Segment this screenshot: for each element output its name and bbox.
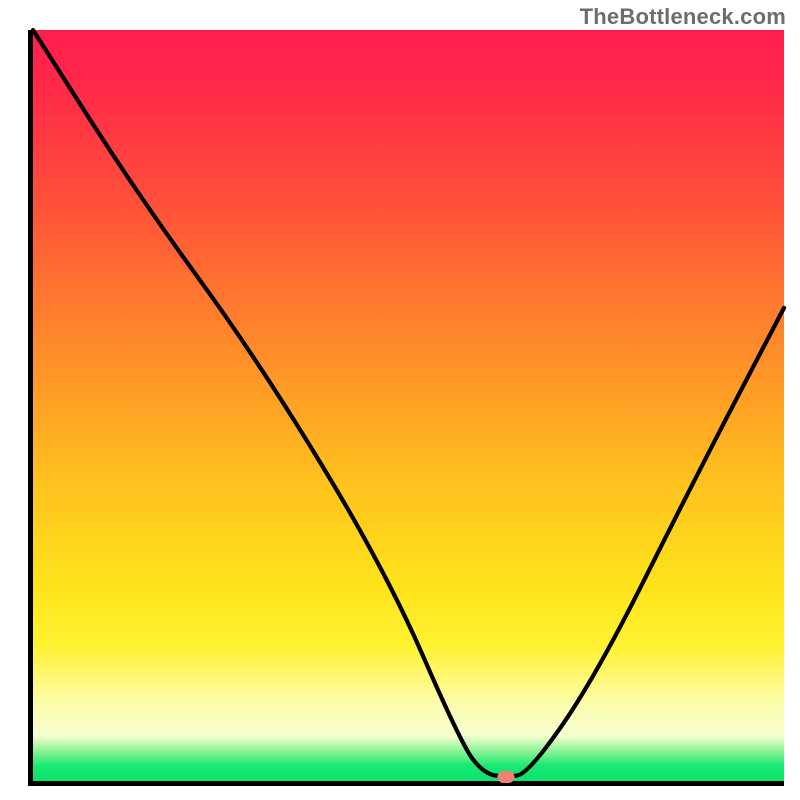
watermark-text: TheBottleneck.com <box>580 4 786 30</box>
optimal-point-marker <box>498 771 515 783</box>
bottleneck-curve <box>33 30 784 781</box>
chart-stage: TheBottleneck.com <box>0 0 800 800</box>
